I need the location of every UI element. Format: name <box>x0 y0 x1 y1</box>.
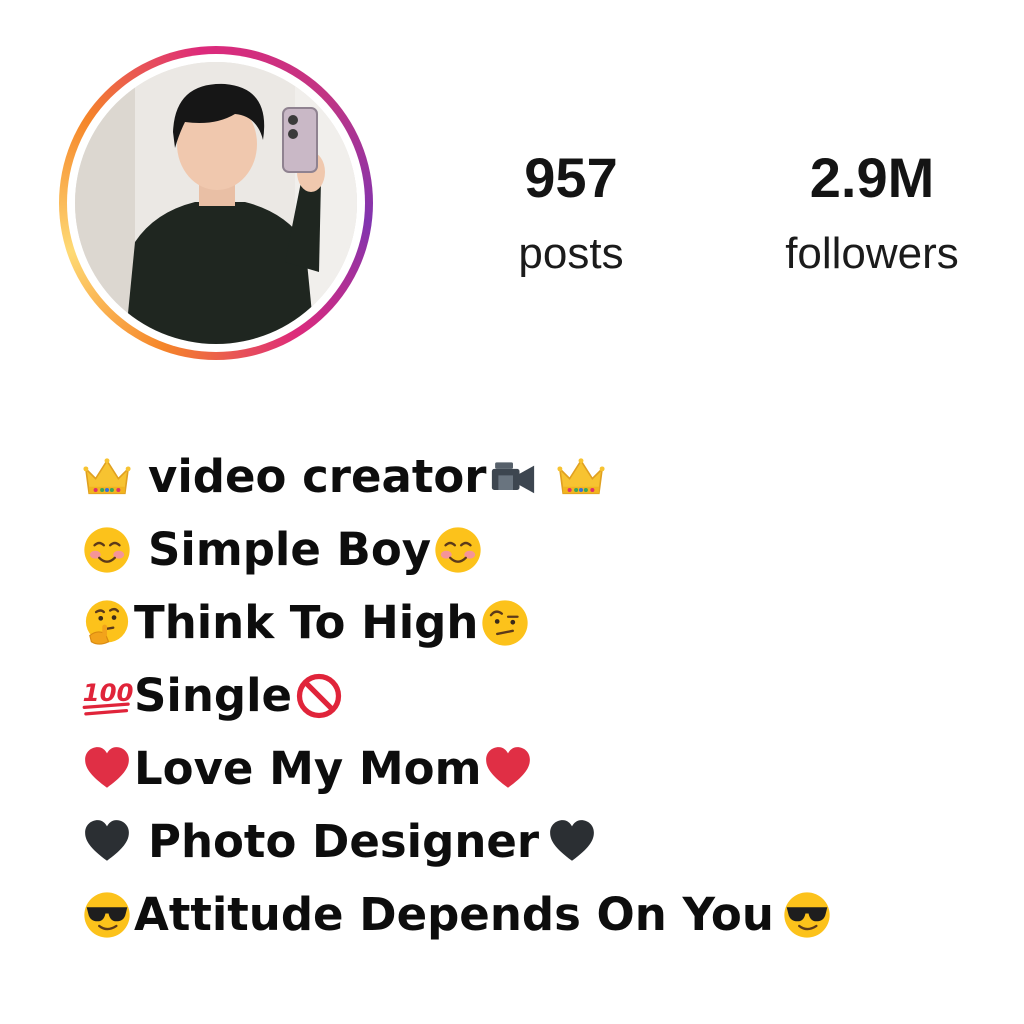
bio-line: Think To High <box>80 586 980 659</box>
bio-line-text: Think To High <box>134 596 479 649</box>
bio-line-text: video creator <box>148 450 487 503</box>
bio-line-text: Love My Mom <box>134 742 482 795</box>
bio-line: Photo Designer <box>80 805 980 878</box>
profile-photo-icon <box>75 62 357 344</box>
hundred-points-icon <box>80 669 134 723</box>
smiling-face-icon <box>431 523 485 577</box>
profile-bio: video creator Simple Boy Think To High S… <box>80 440 980 951</box>
followers-stat[interactable]: 2.9M followers <box>752 150 992 276</box>
avatar-ring-gap <box>67 54 365 352</box>
red-heart-icon <box>80 742 134 796</box>
prohibited-icon <box>292 669 346 723</box>
smiling-face-icon <box>80 523 134 577</box>
crown-icon <box>80 450 134 504</box>
bio-line: Single <box>80 659 980 732</box>
black-heart-icon <box>545 815 599 869</box>
bio-line: video creator <box>80 440 980 513</box>
profile-avatar-ring[interactable] <box>59 46 373 360</box>
bio-line-text: Attitude Depends On You <box>134 888 774 941</box>
followers-label: followers <box>785 229 959 278</box>
posts-count: 957 <box>524 146 618 209</box>
followers-count: 2.9M <box>809 146 935 209</box>
bio-line: Simple Boy <box>80 513 980 586</box>
posts-stat[interactable]: 957 posts <box>486 150 656 276</box>
red-heart-icon <box>481 742 535 796</box>
raised-eyebrow-face-icon <box>478 596 532 650</box>
posts-label: posts <box>518 229 624 278</box>
black-heart-icon <box>80 815 134 869</box>
sunglasses-face-icon <box>80 888 134 942</box>
bio-line: Love My Mom <box>80 732 980 805</box>
crown-icon <box>554 450 608 504</box>
video-camera-icon <box>486 450 540 504</box>
thinking-face-icon <box>80 596 134 650</box>
bio-line-text: Single <box>134 669 293 722</box>
bio-line-text: Photo Designer <box>148 815 540 868</box>
bio-line-text: Simple Boy <box>148 523 432 576</box>
profile-avatar[interactable] <box>75 62 357 344</box>
sunglasses-face-icon <box>780 888 834 942</box>
bio-line: Attitude Depends On You <box>80 878 980 951</box>
